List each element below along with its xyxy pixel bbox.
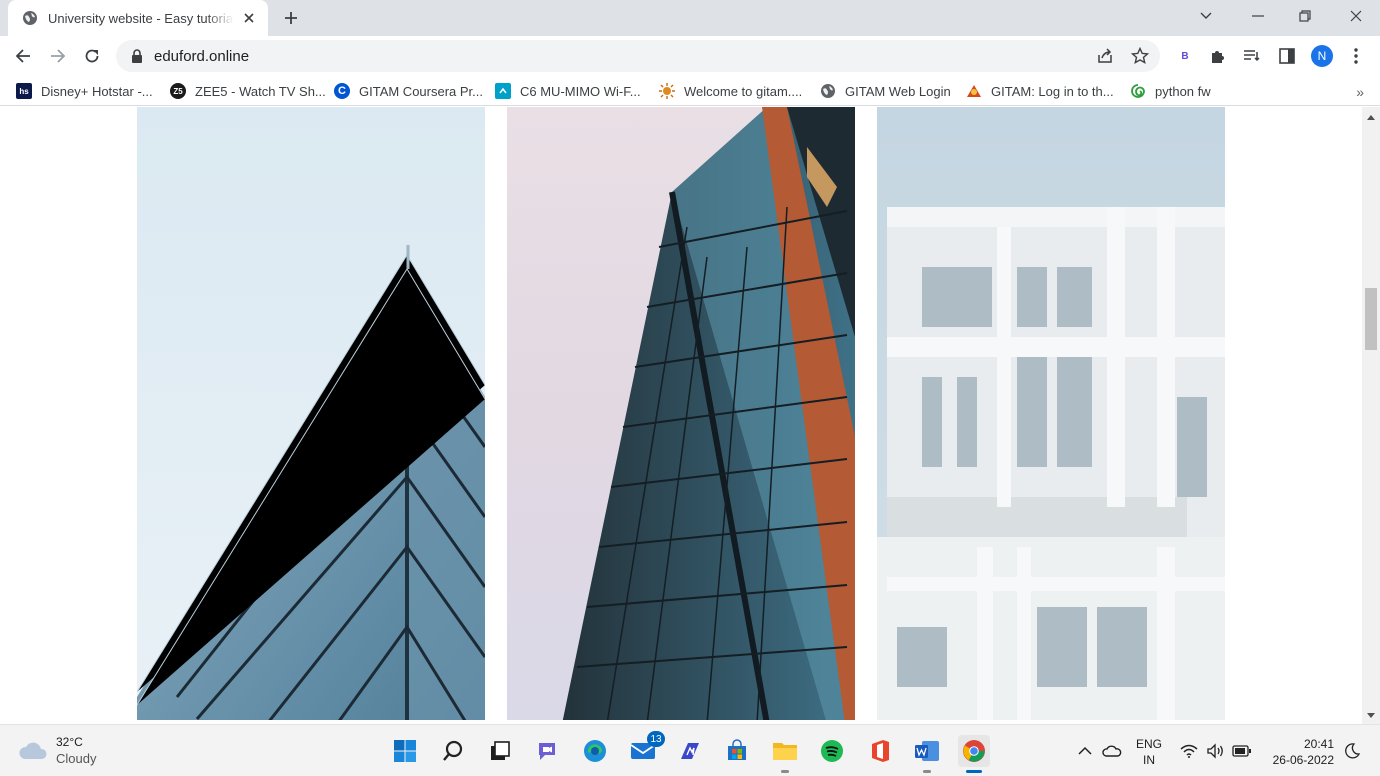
bookmark-item[interactable]: python fw	[1130, 82, 1211, 100]
mail-icon[interactable]: 13	[627, 731, 665, 767]
coursera-icon: C	[334, 83, 350, 99]
scroll-up-arrow-icon[interactable]	[1367, 115, 1375, 120]
bookmarks-bar: hs Disney+ Hotstar -... Z5 ZEE5 - Watch …	[0, 76, 1380, 106]
input-language-indicator[interactable]: ENG IN	[1136, 736, 1162, 768]
edge-icon[interactable]	[579, 735, 611, 767]
task-view-icon[interactable]	[484, 735, 516, 767]
file-explorer-icon[interactable]	[769, 735, 801, 773]
show-hidden-icons-icon[interactable]	[1078, 725, 1092, 776]
globe-icon	[820, 83, 836, 99]
tab-title: University website - Easy tutorials	[48, 10, 234, 26]
scroll-down-arrow-icon[interactable]	[1367, 713, 1375, 718]
gallery-image-white-building	[877, 107, 1225, 720]
office-icon[interactable]	[864, 735, 896, 767]
zee5-icon: Z5	[170, 83, 186, 99]
weather-temperature: 32°C	[56, 735, 83, 749]
bookmark-item[interactable]: C GITAM Coursera Pr...	[334, 82, 483, 100]
bookmark-item[interactable]: Welcome to gitam....	[659, 82, 802, 100]
start-button[interactable]	[389, 735, 421, 767]
clock-date: 26-06-2022	[1272, 753, 1334, 767]
bookmark-item[interactable]: GITAM Web Login	[820, 82, 951, 100]
forward-button[interactable]	[44, 42, 72, 70]
tab-search-icon[interactable]	[1182, 0, 1230, 32]
volume-icon[interactable]	[1206, 725, 1226, 776]
onedrive-icon[interactable]	[1102, 725, 1122, 776]
share-icon[interactable]	[1096, 47, 1114, 65]
focus-assist-moon-icon[interactable]	[1344, 725, 1360, 776]
chat-icon[interactable]	[531, 735, 563, 767]
word-icon[interactable]	[911, 735, 943, 773]
bookmark-item[interactable]: hs Disney+ Hotstar -...	[16, 82, 153, 100]
bookmark-item[interactable]: Z5 ZEE5 - Watch TV Sh...	[170, 82, 326, 100]
browser-toolbar: eduford.online B N	[0, 36, 1380, 76]
wifi-icon[interactable]	[1180, 725, 1198, 776]
windows-taskbar: 32°C Cloudy 13 ENG IN 20:41 26-06-2022	[0, 724, 1380, 776]
extensions-puzzle-icon[interactable]	[1207, 45, 1229, 67]
teams-icon[interactable]	[674, 735, 706, 767]
side-panel-icon[interactable]	[1276, 45, 1298, 67]
router-icon	[495, 83, 511, 99]
page-scrollbar[interactable]	[1362, 107, 1380, 724]
mail-unread-badge: 13	[647, 731, 665, 747]
bookmark-item[interactable]: C6 MU-MIMO Wi-F...	[495, 82, 641, 100]
bookmark-item[interactable]: GITAM: Log in to th...	[966, 82, 1114, 100]
close-tab-icon[interactable]	[240, 9, 258, 27]
spotify-icon[interactable]	[816, 735, 848, 767]
search-icon[interactable]	[437, 735, 469, 767]
url-text: eduford.online	[154, 47, 250, 65]
python-fw-icon	[1130, 83, 1146, 99]
clock-time: 20:41	[1303, 737, 1334, 751]
hotstar-icon: hs	[16, 83, 32, 99]
scrollbar-thumb[interactable]	[1365, 288, 1377, 350]
profile-avatar[interactable]: N	[1311, 45, 1333, 67]
weather-widget[interactable]: 32°C Cloudy	[18, 735, 96, 766]
browser-tab[interactable]: University website - Easy tutorials	[8, 0, 268, 36]
extension-b-icon[interactable]: B	[1176, 47, 1194, 65]
cloud-icon	[19, 742, 47, 759]
close-window-button[interactable]	[1332, 0, 1380, 32]
system-clock[interactable]: 20:41 26-06-2022	[1262, 736, 1334, 768]
gallery-image-pyramid-building	[137, 107, 485, 720]
reload-button[interactable]	[78, 42, 106, 70]
reading-list-icon[interactable]	[1241, 45, 1263, 67]
page-viewport	[0, 107, 1362, 724]
gitam-logo-icon	[966, 83, 982, 99]
new-tab-button[interactable]	[280, 7, 302, 29]
bookmark-star-icon[interactable]	[1131, 47, 1149, 65]
lock-icon	[132, 49, 142, 63]
tab-strip: University website - Easy tutorials	[0, 0, 1380, 36]
weather-condition: Cloudy	[56, 751, 97, 766]
back-button[interactable]	[9, 42, 37, 70]
gitam-sun-icon	[659, 83, 675, 99]
bookmarks-overflow-icon[interactable]: »	[1356, 84, 1364, 100]
address-bar[interactable]: eduford.online	[116, 40, 1160, 72]
gallery-image-glass-tower	[507, 107, 855, 720]
battery-icon[interactable]	[1232, 725, 1252, 776]
restore-button[interactable]	[1281, 0, 1329, 32]
minimize-button[interactable]	[1234, 0, 1282, 32]
store-icon[interactable]	[721, 735, 753, 767]
globe-icon	[23, 11, 37, 25]
chrome-icon[interactable]	[958, 735, 990, 773]
menu-kebab-icon[interactable]	[1345, 45, 1367, 67]
